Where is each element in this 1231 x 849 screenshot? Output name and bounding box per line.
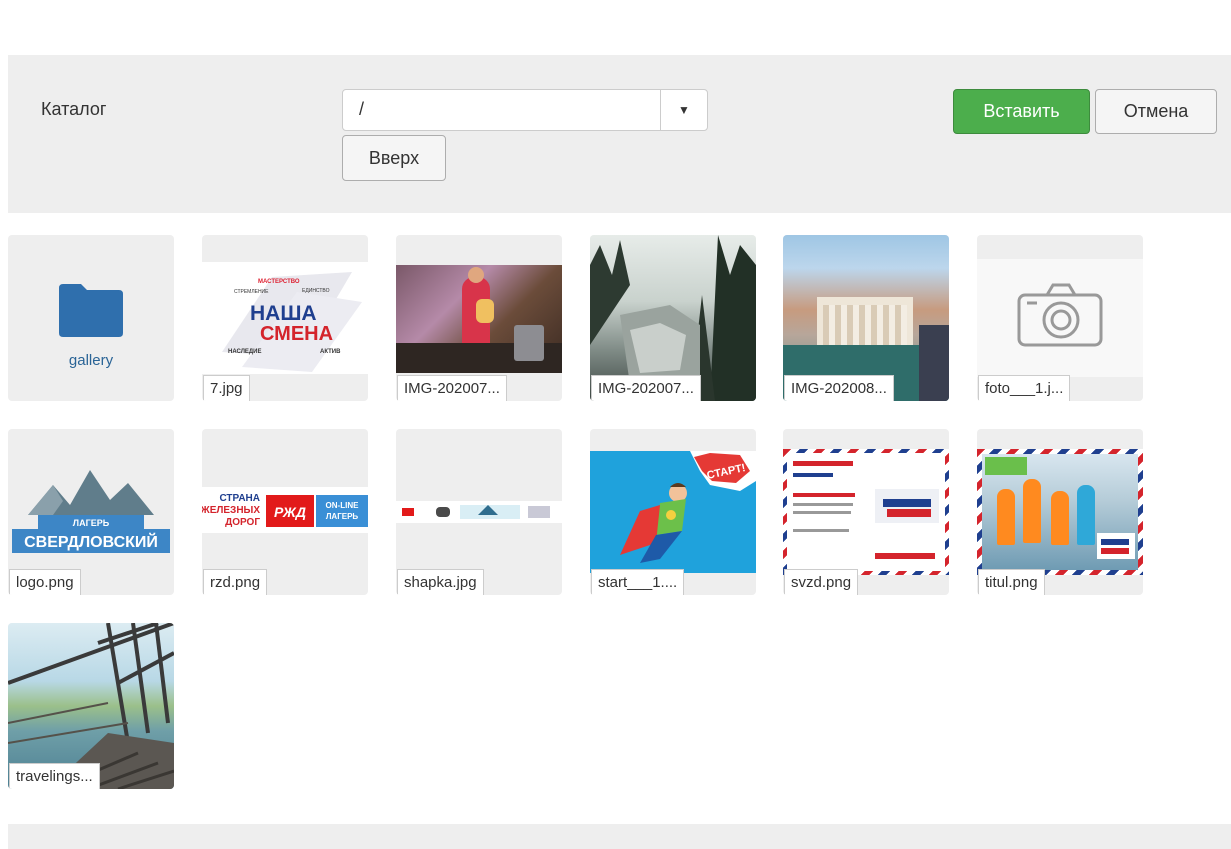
image-tile-start[interactable]: СТАРТ! start___1.... bbox=[590, 429, 756, 595]
thumbnail bbox=[783, 449, 949, 575]
footer-bar bbox=[8, 824, 1231, 849]
file-name: IMG-202007... bbox=[591, 375, 701, 401]
image-tile-svzd[interactable]: svzd.png bbox=[783, 429, 949, 595]
thumbnail bbox=[977, 259, 1143, 377]
image-tile-img-202008[interactable]: IMG-202008... bbox=[783, 235, 949, 401]
thumbnail: МАСТЕРСТВО СТРЕМЛЕНИЕ ЕДИНСТВО НАША СМЕН… bbox=[202, 262, 368, 374]
word-masterstvo: МАСТЕРСТВО bbox=[258, 279, 300, 285]
file-name: logo.png bbox=[9, 569, 81, 595]
thumbnail bbox=[396, 265, 562, 373]
rzd-logo-text: РЖД bbox=[274, 504, 306, 520]
logo-word-sverdlovsky: СВЕРДЛОВСКИЙ bbox=[24, 532, 158, 551]
file-name: rzd.png bbox=[203, 569, 268, 595]
image-tile-shapka[interactable]: shapka.jpg bbox=[396, 429, 562, 595]
rzd-word-zheleznyh: ЖЕЛЕЗНЫХ bbox=[202, 505, 260, 516]
file-name: 7.jpg bbox=[203, 375, 250, 401]
word-stremlenie: СТРЕМЛЕНИЕ bbox=[234, 289, 269, 295]
cancel-button[interactable]: Отмена bbox=[1095, 89, 1217, 134]
file-name: svzd.png bbox=[784, 569, 859, 595]
rzd-word-dorog: ДОРОГ bbox=[225, 517, 260, 528]
image-tile-img-202007-b[interactable]: IMG-202007... bbox=[590, 235, 756, 401]
file-name: IMG-202007... bbox=[397, 375, 507, 401]
folder-select[interactable]: / ▼ bbox=[342, 89, 708, 131]
word-nasledie: НАСЛЕДИЕ bbox=[228, 349, 262, 355]
file-name: foto___1.j... bbox=[978, 375, 1071, 401]
folder-select-value: / bbox=[359, 99, 365, 119]
up-button[interactable]: Вверх bbox=[342, 135, 446, 181]
thumbnail bbox=[396, 501, 562, 523]
rzd-word-lager: ЛАГЕРЬ bbox=[326, 512, 359, 521]
folder-tile-gallery[interactable]: gallery bbox=[8, 235, 174, 401]
image-tile-rzd[interactable]: СТРАНА ЖЕЛЕЗНЫХ ДОРОГ РЖД ON-LINE ЛАГЕРЬ… bbox=[202, 429, 368, 595]
caret-down-icon[interactable]: ▼ bbox=[660, 90, 707, 130]
word-edinstvo: ЕДИНСТВО bbox=[302, 288, 330, 294]
file-name: start___1.... bbox=[591, 569, 685, 595]
camera-icon bbox=[1017, 283, 1103, 347]
file-name: shapka.jpg bbox=[397, 569, 484, 595]
thumbnail bbox=[977, 449, 1143, 575]
image-tile-travelings[interactable]: travelings... bbox=[8, 623, 174, 789]
logo-word-lager: ЛАГЕРЬ bbox=[73, 518, 110, 528]
folder-name-link[interactable]: gallery bbox=[8, 352, 174, 369]
image-tile-7-jpg[interactable]: МАСТЕРСТВО СТРЕМЛЕНИЕ ЕДИНСТВО НАША СМЕН… bbox=[202, 235, 368, 401]
file-name: titul.png bbox=[978, 569, 1045, 595]
word-nasha: НАША bbox=[250, 302, 317, 325]
file-name: IMG-202008... bbox=[784, 375, 894, 401]
image-tile-foto-1[interactable]: foto___1.j... bbox=[977, 235, 1143, 401]
insert-button[interactable]: Вставить bbox=[953, 89, 1090, 134]
toolbar: Каталог / ▼ Вверх Вставить Отмена bbox=[8, 55, 1231, 213]
image-tile-img-202007-a[interactable]: IMG-202007... bbox=[396, 235, 562, 401]
catalog-label: Каталог bbox=[41, 99, 107, 119]
folder-icon bbox=[59, 284, 123, 337]
word-aktiv: АКТИВ bbox=[320, 349, 341, 355]
thumbnail: ЛАГЕРЬ СВЕРДЛОВСКИЙ bbox=[8, 465, 174, 561]
file-name: travelings... bbox=[9, 763, 100, 789]
rzd-word-strana: СТРАНА bbox=[219, 493, 260, 504]
word-smena: СМЕНА bbox=[260, 323, 333, 345]
image-tile-logo[interactable]: ЛАГЕРЬ СВЕРДЛОВСКИЙ logo.png bbox=[8, 429, 174, 595]
image-tile-titul[interactable]: titul.png bbox=[977, 429, 1143, 595]
thumbnail: СТРАНА ЖЕЛЕЗНЫХ ДОРОГ РЖД ON-LINE ЛАГЕРЬ bbox=[202, 487, 368, 533]
rzd-word-online: ON-LINE bbox=[326, 501, 360, 510]
thumbnail: СТАРТ! bbox=[590, 451, 756, 573]
